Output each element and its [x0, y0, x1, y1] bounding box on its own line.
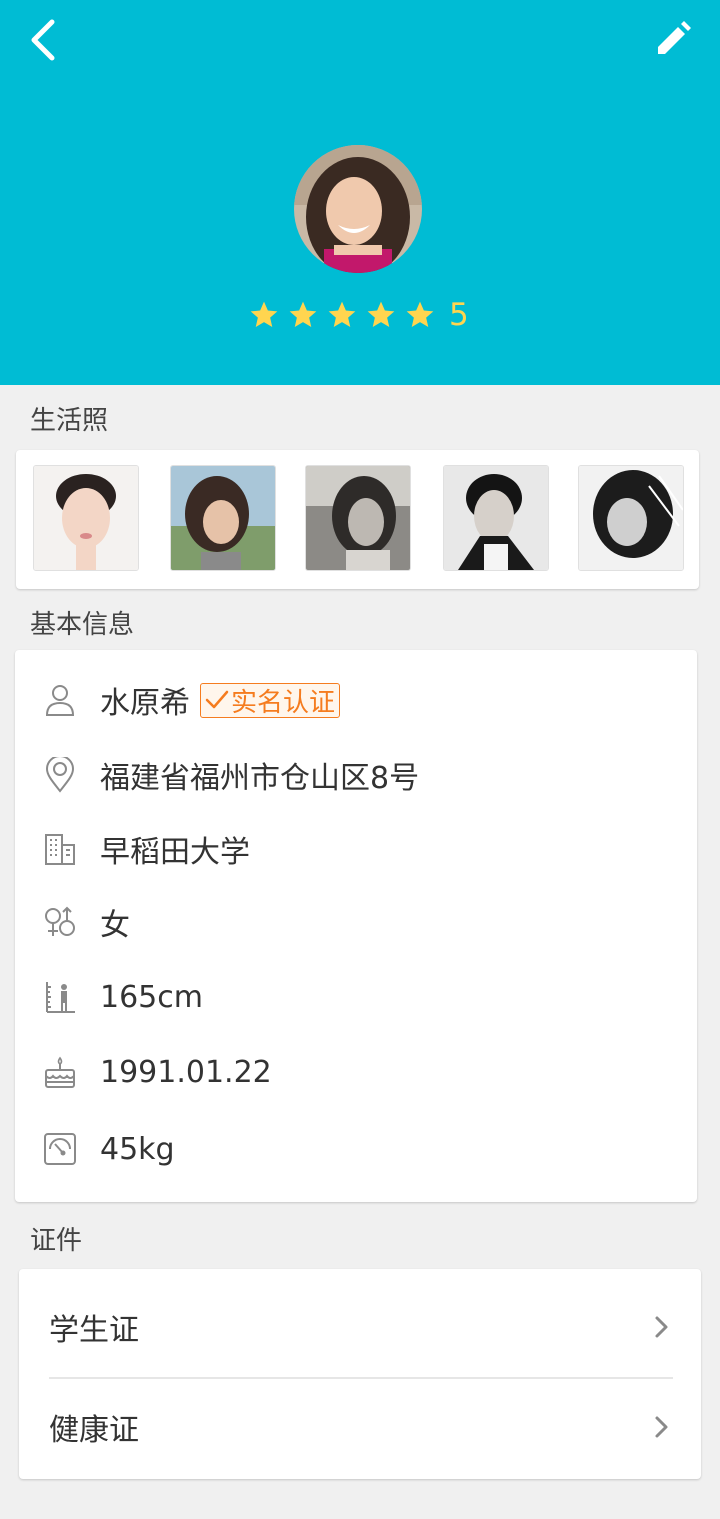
- chevron-right-icon: [655, 1416, 668, 1438]
- check-icon: [205, 690, 229, 709]
- verified-badge: 实名认证: [200, 682, 341, 718]
- cake-icon: [45, 1056, 75, 1088]
- star-icon: [367, 301, 395, 327]
- info-row-address: 福建省福州市仓山区8号: [15, 738, 697, 812]
- star-icon: [328, 301, 356, 327]
- scale-icon: [44, 1133, 76, 1165]
- cert-label: 学生证: [49, 1313, 139, 1348]
- birthday-text: 1991.01.22: [100, 1054, 272, 1090]
- info-row-school: 早稻田大学: [15, 812, 697, 886]
- cert-row-student[interactable]: 学生证: [49, 1277, 673, 1377]
- person-icon: [45, 685, 75, 716]
- rating-score: 5: [449, 297, 469, 333]
- weight-text: 45kg: [100, 1131, 175, 1167]
- life-photo[interactable]: [170, 465, 276, 571]
- life-photo[interactable]: [33, 465, 139, 571]
- info-row-birthday: 1991.01.22: [15, 1035, 697, 1109]
- life-photo[interactable]: [443, 465, 549, 571]
- height-ruler-icon: [46, 982, 75, 1013]
- edit-button[interactable]: [654, 18, 694, 58]
- address-text: 福建省福州市仓山区8号: [100, 761, 420, 796]
- back-arrow-icon: [31, 19, 55, 61]
- cert-label: 健康证: [49, 1413, 139, 1448]
- rating: 5: [248, 295, 469, 335]
- gender-icon: [45, 906, 75, 936]
- location-pin-icon: [45, 757, 75, 793]
- gender-text: 女: [100, 908, 130, 943]
- info-row-height: 165cm: [15, 960, 697, 1034]
- photos-card: [16, 450, 699, 589]
- star-icon: [250, 301, 278, 327]
- life-photo[interactable]: [578, 465, 684, 571]
- back-button[interactable]: [26, 16, 66, 64]
- info-row-weight: 45kg: [15, 1112, 697, 1186]
- chevron-right-icon: [655, 1316, 668, 1338]
- photos-section-title: 生活照: [30, 406, 109, 436]
- school-text: 早稻田大学: [100, 835, 250, 870]
- info-row-gender: 女: [15, 885, 697, 959]
- cert-row-health[interactable]: 健康证: [49, 1377, 673, 1477]
- pencil-icon: [658, 21, 691, 54]
- basic-info-section-title: 基本信息: [30, 610, 135, 640]
- height-text: 165cm: [100, 979, 203, 1015]
- certificates-card: 学生证 健康证: [19, 1269, 701, 1479]
- star-icon: [406, 301, 434, 327]
- avatar[interactable]: [294, 145, 422, 273]
- info-row-name: 水原希 实名认证: [15, 663, 697, 737]
- name-text: 水原希: [100, 686, 190, 721]
- building-icon: [45, 834, 75, 865]
- verified-label: 实名认证: [231, 687, 336, 718]
- star-icon: [289, 301, 317, 327]
- profile-header: 5: [0, 0, 720, 385]
- certificates-section-title: 证件: [30, 1226, 83, 1256]
- basic-info-card: 水原希 实名认证 福建省福州市仓山区8号 早稻田大学 女 165cm 1991.…: [15, 650, 697, 1202]
- life-photo[interactable]: [305, 465, 411, 571]
